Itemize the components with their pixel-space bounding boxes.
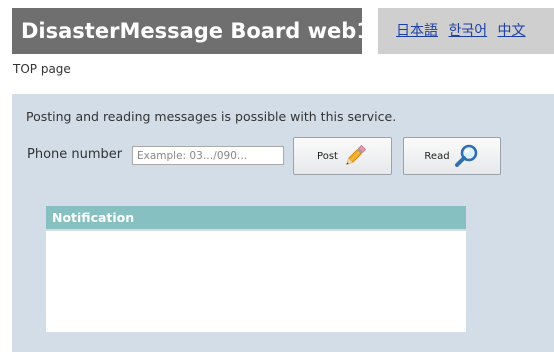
lang-link-japanese[interactable]: 日本語 xyxy=(396,23,438,39)
lang-link-korean[interactable]: 한국어 xyxy=(448,23,487,39)
site-title: DisasterMessage Board web171 xyxy=(12,8,400,54)
breadcrumb: TOP page xyxy=(13,62,71,76)
intro-text: Posting and reading messages is possible… xyxy=(26,109,397,124)
language-bar: 日本語 한국어 中文 xyxy=(378,8,554,54)
phone-number-input[interactable] xyxy=(132,146,284,165)
post-button-label: Post xyxy=(317,150,338,162)
phone-number-label: Phone number xyxy=(27,147,123,162)
post-button[interactable]: Post xyxy=(293,137,392,175)
read-button-label: Read xyxy=(424,150,450,162)
lang-link-chinese[interactable]: 中文 xyxy=(498,23,526,39)
main-panel: Posting and reading messages is possible… xyxy=(12,94,554,352)
read-button[interactable]: Read xyxy=(403,137,501,175)
notification-header: Notification xyxy=(46,206,466,229)
pencil-icon xyxy=(342,143,368,169)
magnifier-icon xyxy=(454,143,480,169)
notification-body xyxy=(46,231,466,332)
